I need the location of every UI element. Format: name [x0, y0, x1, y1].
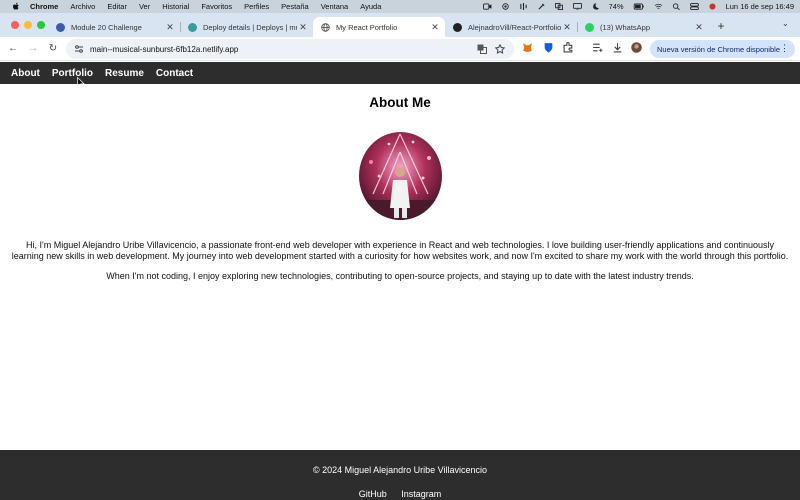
back-arrow-icon[interactable]: ← [3, 43, 23, 54]
search-icon[interactable] [672, 3, 681, 10]
footer-copyright: © 2024 Miguel Alejandro Uribe Villavicen… [312, 465, 488, 475]
close-window-button[interactable] [11, 21, 19, 29]
more-options-icon[interactable]: ⋮ [780, 43, 789, 54]
menu-pestana[interactable]: Pestaña [281, 2, 309, 11]
close-tab-icon[interactable]: ✕ [297, 22, 309, 33]
tab-title: Deploy details | Deploys | musi [203, 22, 297, 32]
window-controls [11, 21, 45, 29]
moon-icon[interactable] [591, 3, 600, 10]
url-text: main--musical-sunburst-6fb12a.netlify.ap… [90, 44, 239, 54]
battery-percent: 74% [608, 2, 624, 11]
extensions-puzzle-icon[interactable] [563, 42, 574, 53]
apple-icon[interactable] [12, 2, 20, 11]
minimize-window-button[interactable] [24, 21, 32, 29]
footer-link-github[interactable]: GitHub [359, 489, 387, 499]
footer-links: GitHub Instagram [0, 484, 800, 500]
nav-link-portfolio[interactable]: Portfolio [52, 68, 93, 79]
forward-arrow-icon[interactable]: → [23, 43, 43, 54]
tab-my-react-portfolio[interactable]: My React Portfolio ✕ [313, 17, 445, 37]
audio-icon[interactable] [519, 3, 528, 10]
bookmark-star-icon[interactable] [495, 44, 505, 54]
page-title: About Me [369, 95, 431, 110]
footer-link-instagram[interactable]: Instagram [401, 489, 441, 499]
menu-perfiles[interactable]: Perfiles [244, 2, 269, 11]
nav-link-resume[interactable]: Resume [105, 68, 144, 79]
siri-icon[interactable] [708, 3, 717, 10]
battery-icon[interactable] [633, 3, 645, 10]
bitwarden-icon[interactable] [543, 42, 554, 53]
tab-title: Module 20 Challenge [71, 22, 142, 32]
close-tab-icon[interactable]: ✕ [164, 22, 176, 33]
nav-link-contact[interactable]: Contact [156, 68, 193, 79]
menu-archivo[interactable]: Archivo [70, 2, 95, 11]
site-footer: © 2024 Miguel Alejandro Uribe Villavicen… [0, 450, 800, 500]
creative-cloud-icon[interactable] [501, 3, 510, 10]
blackboard-icon [56, 22, 65, 32]
tab-search-chevron-icon[interactable]: ⌄ [782, 19, 789, 28]
macos-menu-bar: Chrome Archivo Editar Ver Historial Favo… [0, 0, 800, 13]
tab-whatsapp[interactable]: (13) WhatsApp ✕ [577, 17, 709, 37]
site-nav-bar: About Portfolio Resume Contact [0, 62, 800, 84]
translate-icon[interactable] [477, 44, 487, 54]
profile-avatar-icon[interactable] [631, 42, 642, 53]
globe-icon [321, 22, 330, 32]
address-bar[interactable]: main--musical-sunburst-6fb12a.netlify.ap… [66, 39, 514, 59]
wifi-icon[interactable] [654, 3, 663, 10]
close-tab-icon[interactable]: ✕ [561, 22, 573, 33]
close-tab-icon[interactable]: ✕ [693, 22, 705, 33]
chrome-tab-strip: Module 20 Challenge ✕ Deploy details | D… [0, 13, 800, 37]
download-icon[interactable] [612, 42, 623, 53]
netlify-icon [188, 22, 197, 32]
camera-icon[interactable] [482, 3, 492, 10]
about-paragraph-hobbies: When I'm not coding, I enjoy exploring n… [106, 271, 694, 281]
menu-ventana[interactable]: Ventana [321, 2, 349, 11]
tab-module-20[interactable]: Module 20 Challenge ✕ [48, 17, 181, 37]
tools-icon[interactable] [537, 3, 546, 10]
menu-chrome[interactable]: Chrome [30, 2, 58, 11]
new-tab-button[interactable]: + [714, 19, 728, 33]
control-center-icon[interactable] [689, 3, 699, 10]
tab-title: My React Portfolio [336, 22, 398, 32]
menubar-clock[interactable]: Lun 16 de sep 16:49 [726, 2, 794, 11]
github-icon [453, 22, 462, 32]
tab-deploy-details[interactable]: Deploy details | Deploys | musi ✕ [180, 17, 313, 37]
about-section: About Me Hi, I'm Miguel Alejandro Uribe … [0, 84, 800, 450]
tab-title: AlejnadroVill/React-Portfolio [468, 22, 561, 32]
windows-icon[interactable] [554, 3, 564, 10]
close-tab-icon[interactable]: ✕ [429, 22, 441, 33]
menu-ayuda[interactable]: Ayuda [360, 2, 381, 11]
menu-ver[interactable]: Ver [139, 2, 150, 11]
screen-mirroring-icon[interactable] [572, 3, 582, 10]
menu-favoritos[interactable]: Favoritos [201, 2, 232, 11]
reload-icon[interactable]: ↻ [43, 43, 63, 54]
about-paragraph-intro: Hi, I'm Miguel Alejandro Uribe Villavice… [11, 240, 789, 261]
chrome-update-button[interactable]: Nueva versión de Chrome disponible ⋮ [650, 40, 795, 58]
whatsapp-icon [585, 22, 594, 32]
profile-photo [359, 132, 442, 220]
tab-title: (13) WhatsApp [600, 22, 651, 32]
tab-github-repo[interactable]: AlejnadroVill/React-Portfolio ✕ [445, 17, 578, 37]
zoom-window-button[interactable] [37, 21, 45, 29]
menu-editar[interactable]: Editar [107, 2, 127, 11]
update-button-label: Nueva versión de Chrome disponible [657, 44, 780, 54]
metamask-icon[interactable] [522, 42, 533, 53]
site-info-icon[interactable] [74, 44, 84, 54]
menu-historial[interactable]: Historial [162, 2, 189, 11]
nav-link-about[interactable]: About [11, 68, 40, 79]
reading-list-icon[interactable] [592, 42, 603, 53]
